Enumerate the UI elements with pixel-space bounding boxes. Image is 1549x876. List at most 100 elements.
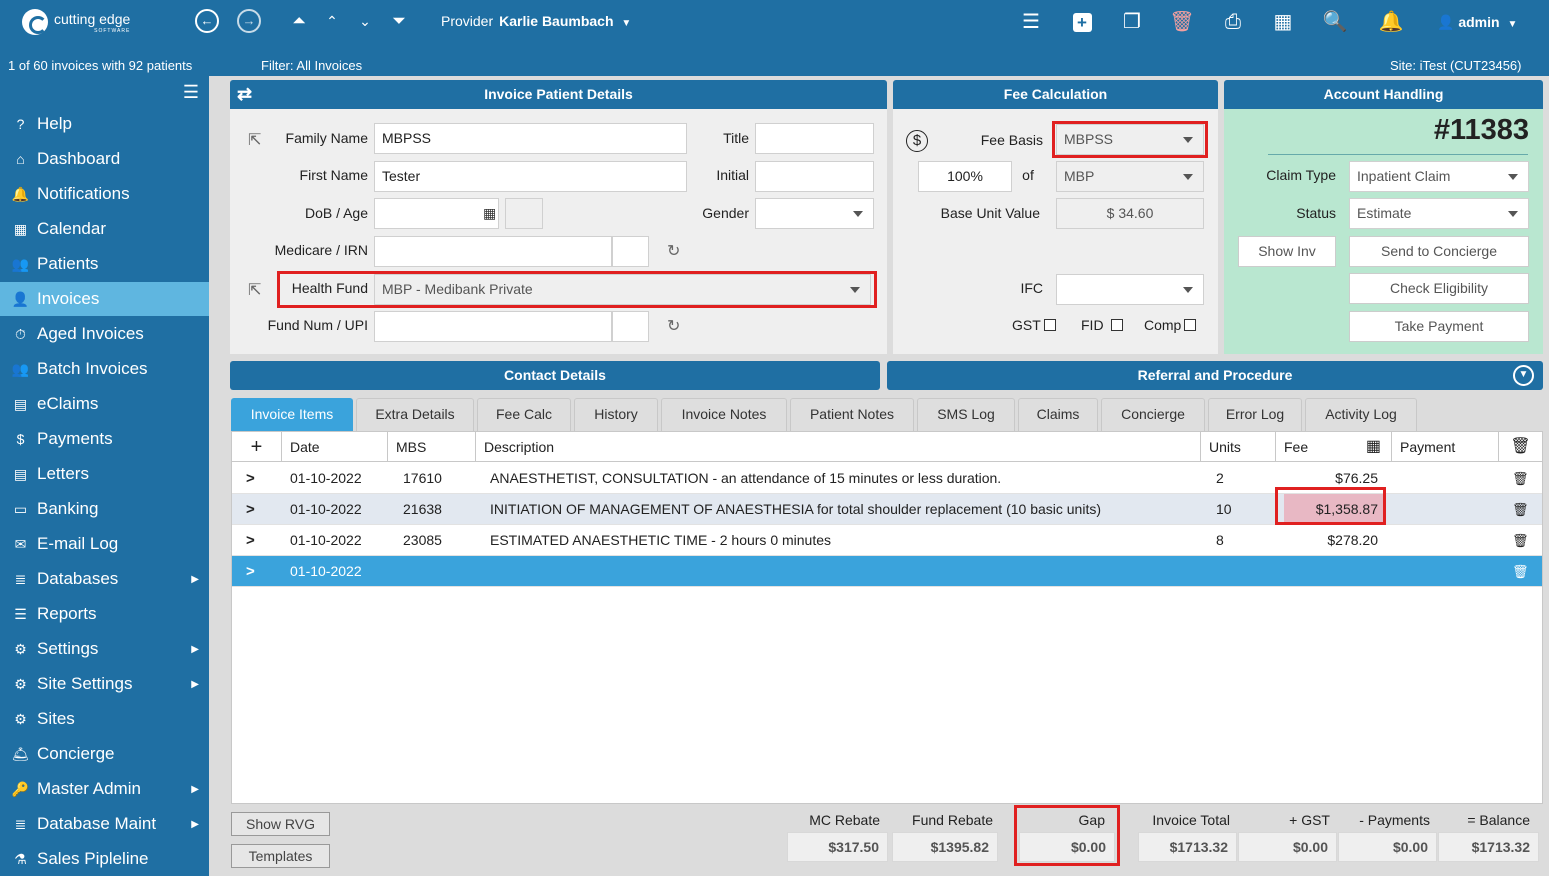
fid-checkbox[interactable]: FID (1081, 317, 1123, 333)
tab-patient-notes[interactable]: Patient Notes (790, 398, 914, 431)
column-fee[interactable]: Fee ▦ (1276, 432, 1392, 462)
first-name-field[interactable]: Tester (374, 161, 687, 192)
medicare-field[interactable] (374, 236, 612, 267)
sidebar-item-letters[interactable]: ▤ Letters (0, 457, 209, 491)
sidebar-item-banking[interactable]: ▭ Banking (0, 492, 209, 526)
expand-row-icon[interactable]: > (246, 494, 255, 525)
show-rvg-button[interactable]: Show RVG (231, 812, 330, 836)
document-search-icon[interactable]: 🔍 (1322, 9, 1348, 35)
tab-activity-log[interactable]: Activity Log (1305, 398, 1417, 431)
fee-percent-field[interactable]: 100% (918, 161, 1012, 192)
sidebar-item-sales-pipleline[interactable]: ⚗ Sales Pipleline (0, 842, 209, 876)
tab-concierge[interactable]: Concierge (1101, 398, 1205, 431)
table-row[interactable]: >01-10-2022 🗑 (232, 556, 1542, 587)
sidebar-item-help[interactable]: ? Help (0, 107, 209, 141)
send-to-concierge-button[interactable]: Send to Concierge (1349, 236, 1529, 267)
contact-details-bar[interactable]: Contact Details (230, 361, 880, 390)
previous-record-icon[interactable]: ⌃ (320, 9, 344, 33)
status-select[interactable]: Estimate (1349, 198, 1529, 229)
family-name-field[interactable]: MBPSS (374, 123, 687, 154)
column-payment[interactable]: Payment (1392, 432, 1499, 462)
irn-field[interactable] (612, 236, 649, 267)
copy-icon[interactable]: ❐ (1119, 9, 1145, 35)
tab-error-log[interactable]: Error Log (1208, 398, 1302, 431)
sidebar-item-notifications[interactable]: 🔔 Notifications (0, 177, 209, 211)
referral-procedure-bar[interactable]: Referral and Procedure ▼ (887, 361, 1543, 390)
row-fee[interactable] (1284, 556, 1384, 587)
list-icon[interactable]: ☰ (1018, 9, 1044, 35)
notification-bell-icon[interactable]: 🔔 (1378, 9, 1404, 35)
calculator-icon[interactable]: ▦ (1366, 432, 1381, 462)
add-row-button[interactable]: + (232, 432, 282, 462)
tab-sms-log[interactable]: SMS Log (917, 398, 1015, 431)
ifc-select[interactable] (1056, 274, 1204, 305)
tab-history[interactable]: History (574, 398, 658, 431)
hamburger-menu-icon[interactable]: ☰ (183, 82, 199, 103)
templates-button[interactable]: Templates (231, 844, 330, 868)
check-eligibility-button[interactable]: Check Eligibility (1349, 273, 1529, 304)
provider-selector[interactable]: Provider Karlie Baumbach ▼ (441, 13, 631, 29)
row-fee[interactable]: $278.20 (1284, 525, 1384, 556)
sidebar-item-e-mail-log[interactable]: ✉ E-mail Log (0, 527, 209, 561)
next-record-icon[interactable]: ⌄ (353, 9, 377, 33)
sidebar-item-aged-invoices[interactable]: ⏱ Aged Invoices (0, 317, 209, 351)
sidebar-item-concierge[interactable]: 🛎 Concierge (0, 737, 209, 771)
calendar-icon[interactable]: ▦ (1270, 9, 1296, 35)
gender-select[interactable] (755, 198, 874, 229)
tab-invoice-items[interactable]: Invoice Items (231, 398, 353, 431)
tab-extra-details[interactable]: Extra Details (356, 398, 474, 431)
sidebar-item-patients[interactable]: 👥 Patients (0, 247, 209, 281)
first-record-icon[interactable]: ⏶ (287, 9, 311, 33)
fee-basis-select[interactable]: MBPSS (1056, 124, 1204, 155)
fid-check-box[interactable] (1110, 319, 1123, 331)
print-icon[interactable]: ⎙ (1220, 9, 1246, 35)
sidebar-item-sites[interactable]: ⚙ Sites (0, 702, 209, 736)
sidebar-item-calendar[interactable]: ▦ Calendar (0, 212, 209, 246)
sidebar-item-dashboard[interactable]: ⌂ Dashboard (0, 142, 209, 176)
fund-num-field[interactable] (374, 311, 612, 342)
comp-checkbox[interactable]: Comp (1144, 317, 1197, 333)
delete-icon[interactable]: 🗑 (1169, 9, 1195, 35)
forward-arrow-icon[interactable]: → (237, 9, 261, 33)
health-fund-select[interactable]: MBP - Medibank Private (374, 274, 871, 305)
sidebar-item-invoices[interactable]: 👤 Invoices (0, 282, 209, 316)
swap-icon[interactable]: ⇄ (237, 80, 252, 109)
sidebar-item-batch-invoices[interactable]: 👥 Batch Invoices (0, 352, 209, 386)
sidebar-item-database-maint[interactable]: ≣ Database Maint ▶ (0, 807, 209, 841)
sidebar-item-reports[interactable]: ☰ Reports (0, 597, 209, 631)
fee-of-select[interactable]: MBP (1056, 161, 1204, 192)
external-link-icon[interactable]: ⇱ (248, 280, 261, 300)
upi-field[interactable] (612, 311, 649, 342)
column-units[interactable]: Units (1201, 432, 1276, 462)
expand-row-icon[interactable]: > (246, 463, 255, 494)
column-date[interactable]: Date (282, 432, 388, 462)
comp-check-box[interactable] (1184, 319, 1197, 331)
gst-check-box[interactable] (1043, 319, 1056, 331)
delete-row-icon[interactable]: 🗑 (1512, 494, 1529, 525)
sidebar-item-settings[interactable]: ⚙ Settings ▶ (0, 632, 209, 666)
initial-field[interactable] (755, 161, 874, 192)
delete-row-icon[interactable]: 🗑 (1512, 525, 1529, 556)
expand-row-icon[interactable]: > (246, 556, 255, 587)
delete-row-icon[interactable]: 🗑 (1512, 463, 1529, 494)
gst-checkbox[interactable]: GST (1012, 317, 1056, 333)
back-arrow-icon[interactable]: ← (195, 9, 219, 33)
refresh-icon[interactable]: ↻ (667, 316, 680, 336)
calendar-icon[interactable]: ▦ (483, 205, 496, 222)
last-record-icon[interactable]: ⏷ (387, 9, 411, 33)
expand-row-icon[interactable]: > (246, 525, 255, 556)
delete-all-icon[interactable]: 🗑 (1499, 432, 1542, 462)
take-payment-button[interactable]: Take Payment (1349, 311, 1529, 342)
column-mbs[interactable]: MBS (388, 432, 476, 462)
add-invoice-icon[interactable]: + (1069, 9, 1095, 35)
refresh-icon[interactable]: ↻ (667, 241, 680, 261)
tab-invoice-notes[interactable]: Invoice Notes (661, 398, 787, 431)
sidebar-item-site-settings[interactable]: ⚙ Site Settings ▶ (0, 667, 209, 701)
table-row[interactable]: >01-10-2022 23085 ESTIMATED ANAESTHETIC TI… (232, 525, 1542, 556)
dob-field[interactable] (374, 198, 499, 229)
sidebar-item-master-admin[interactable]: 🔑 Master Admin ▶ (0, 772, 209, 806)
sidebar-item-databases[interactable]: ≣ Databases ▶ (0, 562, 209, 596)
sidebar-item-payments[interactable]: $ Payments (0, 422, 209, 456)
show-inv-button[interactable]: Show Inv (1238, 236, 1336, 267)
sidebar-item-eclaims[interactable]: ▤ eClaims (0, 387, 209, 421)
